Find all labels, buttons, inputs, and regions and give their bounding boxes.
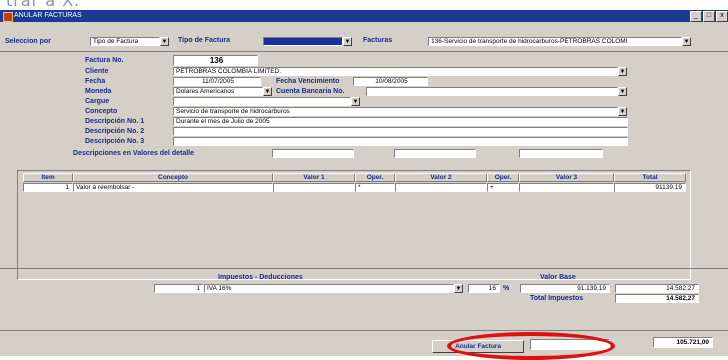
desc-valor-1-field[interactable] xyxy=(272,149,354,158)
tipo-factura-select[interactable] xyxy=(263,37,343,46)
chevron-down-icon[interactable]: ▼ xyxy=(682,37,691,46)
seleccion-select[interactable]: Tipo de Factura xyxy=(90,37,160,46)
row-item[interactable]: 1 xyxy=(23,183,73,192)
window-title: ANULAR FACTURAS xyxy=(14,12,82,19)
divider xyxy=(0,268,728,269)
top-strip: trar a X. xyxy=(0,0,728,10)
descripcion-2-label: Descripción No. 2 xyxy=(85,128,145,135)
descripcion-3-field[interactable] xyxy=(173,137,628,146)
row-oper-2[interactable]: + xyxy=(487,183,519,192)
cargue-label: Cargue xyxy=(85,98,110,105)
percent-sign: % xyxy=(503,285,510,292)
concepto-label: Concepto xyxy=(85,108,118,115)
divider xyxy=(0,51,728,52)
cuenta-bancaria-select[interactable] xyxy=(366,87,618,96)
row-total[interactable]: 91139,19 xyxy=(614,183,686,192)
impuesto-pct[interactable]: 16 xyxy=(468,284,500,293)
impuesto-num[interactable]: 1 xyxy=(154,284,204,293)
descripcion-3-label: Descripción No. 3 xyxy=(85,138,145,145)
chevron-down-icon[interactable]: ▼ xyxy=(618,107,627,116)
seleccion-label: Seleccion por xyxy=(5,38,51,45)
cuenta-bancaria-label: Cuenta Bancaria No. xyxy=(276,88,345,95)
close-button[interactable]: x xyxy=(716,11,728,22)
fecha-field[interactable]: 11/07/2005 xyxy=(173,77,261,86)
cliente-label: Cliente xyxy=(85,68,109,75)
anular-facturas-form: Seleccion por Tipo de Factura ▼ Tipo de … xyxy=(0,22,728,356)
row-valor-2[interactable] xyxy=(395,183,487,192)
facturas-select[interactable]: 136-Servicio de transporte de hidrocarbu… xyxy=(428,37,682,46)
col-header-total: Total xyxy=(614,173,686,182)
fecha-vencimiento-label: Fecha Vencimiento xyxy=(276,78,340,85)
chevron-down-icon[interactable]: ▼ xyxy=(160,37,169,46)
col-header-valor-3: Valor 3 xyxy=(519,173,614,182)
desc-valor-2-field[interactable] xyxy=(394,149,476,158)
row-concepto[interactable]: Valor a reembolsar - xyxy=(73,183,273,192)
col-header-oper-1: Oper. xyxy=(355,173,395,182)
descripcion-1-label: Descripción No. 1 xyxy=(85,118,145,125)
moneda-select[interactable]: Dolares Americanos xyxy=(173,87,263,96)
divider xyxy=(0,330,728,331)
valor-base-header: Valor Base xyxy=(540,274,576,281)
chevron-down-icon[interactable]: ▼ xyxy=(351,97,360,106)
col-header-oper-2: Oper. xyxy=(487,173,519,182)
facturas-label: Facturas xyxy=(363,37,393,44)
col-header-concepto: Concepto xyxy=(73,173,273,182)
fecha-label: Fecha xyxy=(85,78,106,85)
concepto-select[interactable]: Servicio de transporte de hidrocarburos xyxy=(173,107,618,116)
impuesto-amount[interactable]: 14.582,27 xyxy=(615,284,699,293)
moneda-label: Moneda xyxy=(85,88,112,95)
factura-no-value: 136 xyxy=(173,55,258,66)
desc-valor-3-field[interactable] xyxy=(519,149,603,158)
chevron-down-icon[interactable]: ▼ xyxy=(343,37,352,46)
window-titlebar: ANULAR FACTURAS _ □ x xyxy=(0,10,728,22)
row-valor-1[interactable] xyxy=(273,183,355,192)
tipo-factura-label: Tipo de Factura xyxy=(178,37,230,44)
total-impuestos-field: 14.582,27 xyxy=(615,294,699,303)
chevron-down-icon[interactable]: ▼ xyxy=(454,284,463,293)
chevron-down-icon[interactable]: ▼ xyxy=(618,87,627,96)
col-header-valor-2: Valor 2 xyxy=(395,173,487,182)
minimize-button[interactable]: _ xyxy=(690,11,702,22)
top-strip-text: trar a X. xyxy=(6,0,81,10)
total-impuestos-label: Total Impuestos xyxy=(530,295,584,302)
cliente-select[interactable]: PETROBRAS COLOMBIA LIMITED. xyxy=(173,67,618,76)
descripcion-1-field[interactable]: Durante el mes de Julio de 2005 xyxy=(173,117,628,126)
factura-no-label: Factura No. xyxy=(85,57,124,64)
descripcion-2-field[interactable] xyxy=(173,127,628,136)
detail-table: Item Concepto Valor 1 Oper. Valor 2 Oper… xyxy=(17,170,691,280)
row-valor-3[interactable] xyxy=(519,183,614,192)
impuesto-select[interactable]: IVA 16% xyxy=(204,284,454,293)
desc-valores-label: Descripciones en Valores del detalle xyxy=(73,150,194,157)
row-oper-1[interactable]: * xyxy=(355,183,395,192)
col-header-valor-1: Valor 1 xyxy=(273,173,355,182)
chevron-down-icon[interactable]: ▼ xyxy=(618,67,627,76)
cargue-select[interactable] xyxy=(173,97,351,106)
chevron-down-icon[interactable]: ▼ xyxy=(263,87,272,96)
valor-base-field[interactable]: 91.139,19 xyxy=(520,284,610,293)
fecha-vencimiento-field[interactable]: 10/08/2005 xyxy=(353,77,428,86)
impuestos-header: Impuestos - Deducciones xyxy=(218,274,303,281)
grand-total-field: 105.721,00 xyxy=(653,337,713,348)
app-icon xyxy=(3,12,13,22)
maximize-button[interactable]: □ xyxy=(703,11,715,22)
table-row[interactable]: 1 Valor a reembolsar - * + 91139,19 xyxy=(23,183,686,192)
col-header-item: Item xyxy=(23,173,73,182)
